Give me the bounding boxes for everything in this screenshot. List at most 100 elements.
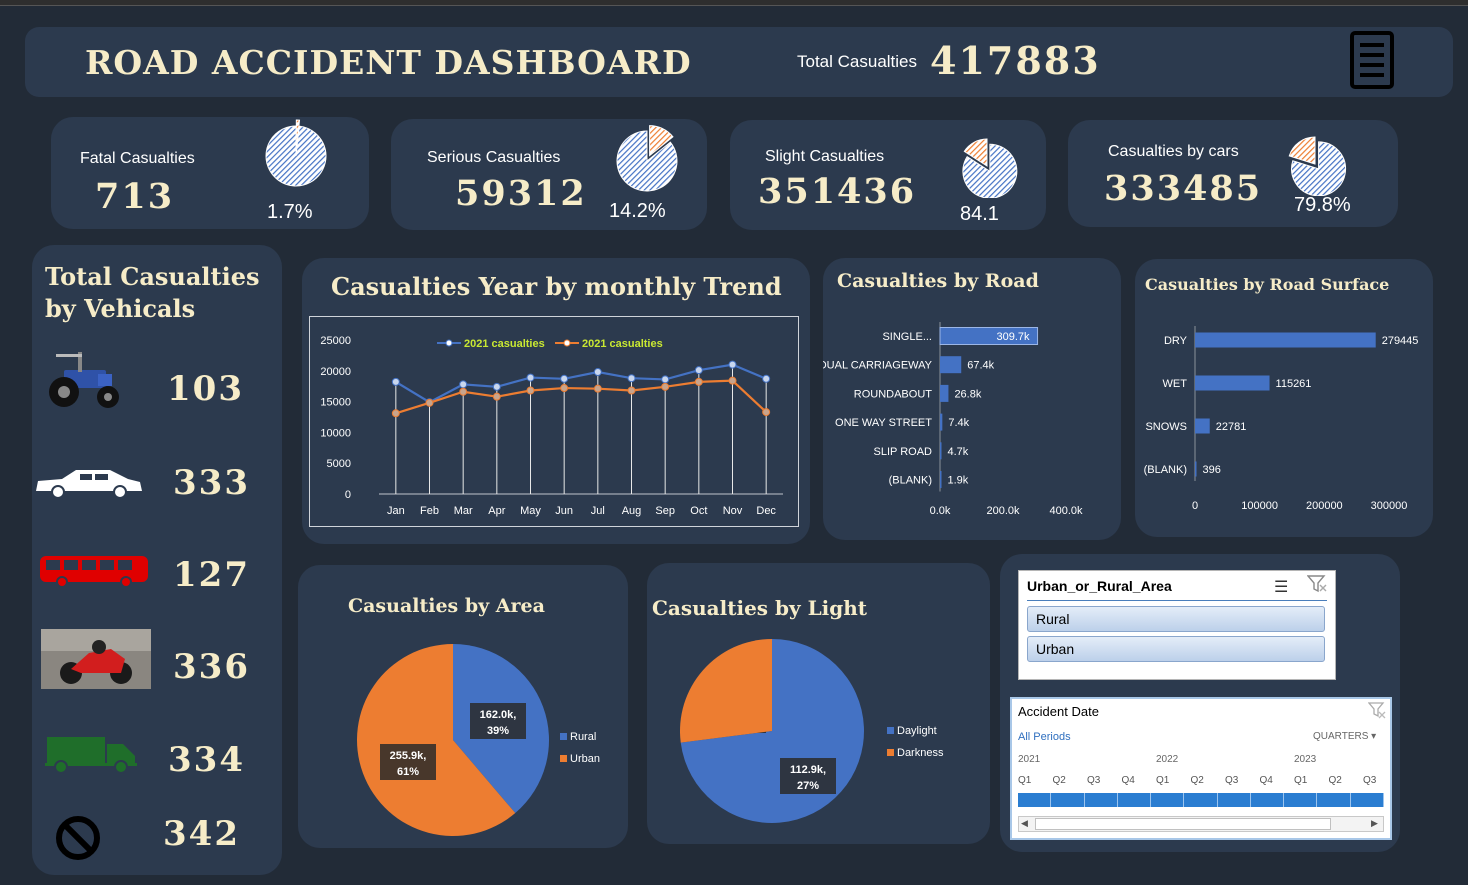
x-tick-label: 400.0k xyxy=(1049,505,1083,517)
motorbike-icon xyxy=(41,629,151,694)
chart-title: Casualties by Road xyxy=(837,270,1039,292)
legend-label: 2021 casualties xyxy=(582,338,663,350)
area-slicer: Urban_or_Rural_Area ☰ Rural Urban xyxy=(1018,570,1336,680)
timeline-scrollbar[interactable]: ◀ ▶ xyxy=(1018,816,1384,832)
vehicles-title-line1: Total Casualties xyxy=(45,262,260,291)
clear-filter-icon[interactable] xyxy=(1367,702,1386,725)
area-pie-chart: 162.0k, 39% Rural 255.9k, 61% Urban xyxy=(357,644,600,836)
category-label: WET xyxy=(1163,378,1188,390)
quarter-label[interactable]: Q1 xyxy=(1018,775,1031,786)
quarter-label[interactable]: Q2 xyxy=(1053,775,1066,786)
scroll-left-arrow-icon[interactable]: ◀ xyxy=(1021,818,1028,829)
kpi-pie-chart xyxy=(265,119,327,187)
header-panel: ROAD ACCIDENT DASHBOARD Total Casualties… xyxy=(25,27,1453,97)
quarter-bar-segment[interactable] xyxy=(1085,793,1118,807)
quarter-bar-segment[interactable] xyxy=(1184,793,1218,807)
data-point xyxy=(694,366,703,375)
data-point xyxy=(593,368,602,377)
x-tick-label: Dec xyxy=(756,505,776,517)
timeline-period-bar[interactable] xyxy=(1018,793,1384,807)
data-label: 309.7k xyxy=(997,331,1031,343)
quarter-label[interactable]: Q3 xyxy=(1225,775,1238,786)
tractor-icon xyxy=(42,348,126,419)
data-point xyxy=(593,384,602,393)
all-periods-link[interactable]: All Periods xyxy=(1018,731,1071,743)
kpi-percent: 14.2% xyxy=(609,200,666,222)
bar xyxy=(1195,332,1376,348)
timeline-year: 2023 xyxy=(1294,754,1317,765)
data-point xyxy=(391,409,400,418)
quarter-bar-segment[interactable] xyxy=(1284,793,1318,807)
category-label: ROUNDABOUT xyxy=(854,388,933,400)
data-label: 39% xyxy=(487,725,509,737)
y-tick-label: 10000 xyxy=(320,427,351,439)
kpi-percent: 84.1 xyxy=(960,203,999,225)
data-point xyxy=(694,377,703,386)
road-bar-chart: SINGLE... 309.7k DUAL CARRIAGEWAY 67.4k ROUN… xyxy=(823,322,1083,517)
quarter-label[interactable]: Q3 xyxy=(1087,775,1100,786)
vehicle-count-bus: 127 xyxy=(173,555,250,595)
data-label: 27% xyxy=(797,780,819,792)
category-label: ONE WAY STREET xyxy=(835,417,932,429)
data-label: 115261 xyxy=(1276,378,1312,390)
quarter-bar-segment[interactable] xyxy=(1051,793,1085,807)
slicer-item-rural[interactable]: Rural xyxy=(1027,606,1325,632)
quarter-label[interactable]: Q2 xyxy=(1329,775,1342,786)
quarter-bar-segment[interactable] xyxy=(1218,793,1251,807)
data-point xyxy=(627,374,636,383)
x-tick-label: May xyxy=(520,505,541,517)
car-icon xyxy=(32,467,144,504)
category-label: (BLANK) xyxy=(889,475,932,487)
data-point xyxy=(560,384,569,393)
legend-swatch xyxy=(887,727,894,734)
scroll-right-arrow-icon[interactable]: ▶ xyxy=(1371,818,1378,829)
quarter-bar-segment[interactable] xyxy=(1317,793,1351,807)
data-label: 26.8k xyxy=(954,388,981,400)
spreadsheet-column-header xyxy=(0,0,1468,6)
timeline-year: 2022 xyxy=(1156,754,1179,765)
chart-title: Casualties by Area xyxy=(348,595,545,617)
clear-filter-icon[interactable] xyxy=(1306,575,1327,598)
category-label: (BLANK) xyxy=(1144,464,1187,476)
category-label: DRY xyxy=(1164,335,1188,347)
bar xyxy=(940,384,949,402)
slicer-item-urban[interactable]: Urban xyxy=(1027,636,1325,662)
kpi-percent: 79.8% xyxy=(1294,194,1351,216)
bus-icon xyxy=(38,553,150,594)
data-point xyxy=(526,373,535,382)
road-surface-bar-chart: DRY 279445 WET 115261 SNOWS 22781 (BLANK) 396 0 1… xyxy=(1144,326,1418,512)
scroll-thumb[interactable] xyxy=(1035,818,1331,830)
kpi-card-serious: Serious Casualties 59312 14.2% xyxy=(391,119,707,230)
total-casualties-label: Total Casualties xyxy=(797,52,918,71)
x-tick-label: Apr xyxy=(488,505,505,517)
total-casualties-value: 417883 xyxy=(930,38,1101,83)
data-point xyxy=(728,360,737,369)
data-label: 67.4k xyxy=(967,360,994,372)
data-label: 61% xyxy=(397,766,419,778)
legend-swatch xyxy=(560,733,567,740)
data-point xyxy=(762,374,771,383)
series-line xyxy=(395,379,767,415)
chart-title: Casualties Year by monthly Trend xyxy=(331,272,782,301)
vehicle-count-motorbike: 336 xyxy=(173,647,250,687)
quarter-bar-segment[interactable] xyxy=(1018,793,1052,807)
bar xyxy=(940,356,962,374)
quarter-label[interactable]: Q4 xyxy=(1122,775,1135,786)
multi-select-icon[interactable]: ☰ xyxy=(1274,577,1288,597)
quarter-bar-segment[interactable] xyxy=(1118,793,1152,807)
quarter-label[interactable]: Q2 xyxy=(1191,775,1204,786)
quarter-label[interactable]: Q1 xyxy=(1294,775,1307,786)
quarter-label[interactable]: Q3 xyxy=(1363,775,1376,786)
quarter-label[interactable]: Q1 xyxy=(1156,775,1169,786)
legend-label: Urban xyxy=(570,753,600,765)
x-tick-label: Nov xyxy=(723,505,743,517)
pie-slice-rest xyxy=(1288,136,1316,165)
quarter-label[interactable]: Q4 xyxy=(1260,775,1273,786)
chart-title: Casualties by Road Surface xyxy=(1145,275,1390,294)
x-tick-label: 200.0k xyxy=(986,505,1020,517)
data-label: 22781 xyxy=(1216,421,1247,433)
timeline-level-dropdown[interactable]: QUARTERS ▾ xyxy=(1313,731,1376,742)
quarter-bar-segment[interactable] xyxy=(1351,793,1384,807)
quarter-bar-segment[interactable] xyxy=(1251,793,1285,807)
quarter-bar-segment[interactable] xyxy=(1151,793,1185,807)
